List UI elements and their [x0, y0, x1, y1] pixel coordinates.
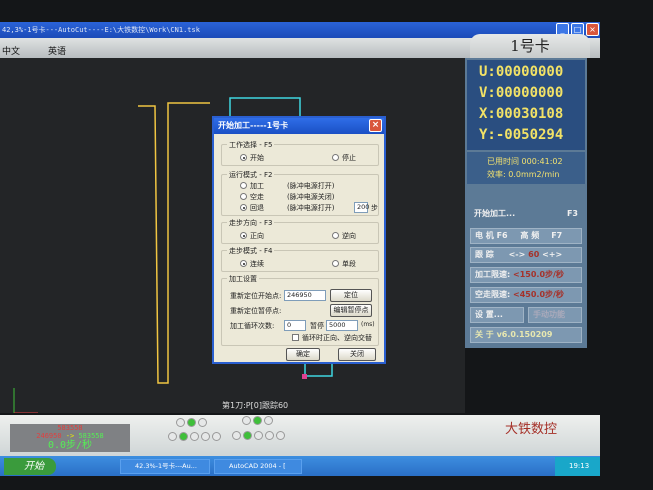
card-title: 1号卡 — [470, 34, 590, 58]
led-indicator — [212, 432, 221, 441]
motor-hf-row: 电 机 F6 高 频 F7 — [470, 228, 582, 244]
radio-reverse[interactable]: 逆向 — [332, 231, 356, 241]
cut-speed-limit[interactable]: 加工限速: <150.0步/秒 — [470, 267, 582, 283]
motor-button[interactable]: 电 机 F6 — [475, 231, 508, 240]
retreat-steps-input[interactable]: 200 — [354, 202, 369, 213]
radio-retreat[interactable]: 回退 — [240, 203, 264, 213]
status-arrow: -> — [65, 432, 75, 440]
settings-button[interactable]: 设 置... — [470, 307, 524, 323]
start-button[interactable]: 开始 — [4, 458, 56, 475]
radio-forward[interactable]: 正向 — [240, 231, 264, 241]
led-indicator — [190, 432, 199, 441]
radio-continuous[interactable]: 连续 — [240, 259, 264, 269]
window-title: 42,3%-1号卡---AutoCut----E:\大铁数控\Work\CN1.… — [2, 26, 200, 34]
direction-group: 走步方向 - F3 正向 逆向 — [221, 218, 379, 244]
system-tray-clock: 19:13 — [555, 457, 600, 476]
pause-unit: (ms) — [361, 321, 375, 328]
led-indicator — [243, 431, 252, 440]
machining-settings-group: 加工设置 重新定位开始点: 246950 定位 重新定位暂停点: 编辑暂停点 加… — [221, 274, 379, 346]
canvas-status: 第1刀:P[0]跟踪60 — [222, 401, 289, 410]
time-display: 已用时间 000:41:02 效率: 0.0mm2/min — [467, 152, 585, 184]
led-indicator — [179, 432, 188, 441]
efficiency-label: 效率: — [487, 170, 506, 179]
loops-input[interactable]: 0 — [284, 320, 306, 331]
led-indicator — [254, 431, 263, 440]
coord-y: Y:-0050294 — [479, 127, 564, 143]
radio-idle[interactable]: 空走 — [240, 192, 264, 202]
led-indicator — [198, 418, 207, 427]
radio-start[interactable]: 开始 — [240, 153, 264, 163]
tracking-row: 跟 踪 <-> 60 <+> — [470, 247, 582, 263]
reloc-pause-label: 重新定位暂停点: — [230, 307, 282, 315]
status-line1: 583558 — [57, 424, 83, 432]
status-line3: 583558 — [78, 432, 104, 440]
dialog-title: 开始加工-----1号卡 — [218, 121, 289, 130]
coord-x: X:00030108 — [479, 106, 564, 122]
menu-chinese[interactable]: 中文 — [2, 44, 20, 57]
taskbar-item-autocad[interactable]: AutoCAD 2004 - [ — [214, 459, 302, 474]
dialog-close-button[interactable]: × — [369, 119, 382, 132]
brand-label: 大铁数控 — [505, 422, 558, 437]
radio-stop[interactable]: 停止 — [332, 153, 356, 163]
close-dialog-button[interactable]: 关闭 — [338, 348, 376, 361]
reloc-start-label: 重新定位开始点: — [230, 292, 282, 300]
step-mode-group: 走步模式 - F4 连续 单段 — [221, 246, 379, 272]
led-indicator — [265, 431, 274, 440]
taskbar-item-autocut[interactable]: 42.3%-1号卡---Au... — [120, 459, 210, 474]
dialog-titlebar: 开始加工-----1号卡 × — [214, 118, 384, 134]
hf-button[interactable]: 高 频 F7 — [520, 231, 562, 240]
led-indicator — [187, 418, 196, 427]
status-line2: 246950 — [36, 432, 62, 440]
run-mode-group: 运行模式 - F2 加工 (脉冲电源打开) 空走 (脉冲电源关闭) 回退 (脉冲… — [221, 170, 379, 216]
led-indicator — [253, 416, 262, 425]
coordinate-display: U:00000000 V:00000000 X:00030108 Y:-0050… — [467, 60, 585, 150]
steps-unit: 步 — [371, 204, 378, 212]
led-indicator — [168, 432, 177, 441]
led-indicator — [242, 416, 251, 425]
ok-button[interactable]: 确定 — [286, 348, 320, 361]
tracking-value: 60 — [528, 250, 540, 259]
led-indicator — [276, 431, 285, 440]
status-speed: 0.0步/秒 — [47, 440, 93, 451]
start-machining-dialog: 开始加工-----1号卡 × 工作选择 - F5 开始 停止 运行模式 - F2 … — [212, 116, 386, 364]
elapsed-value: 000:41:02 — [521, 157, 563, 166]
led-indicator — [232, 431, 241, 440]
work-select-group: 工作选择 - F5 开始 停止 — [221, 140, 379, 166]
pause-input[interactable]: 5000 — [326, 320, 358, 331]
tracking-decrease-button[interactable]: <-> — [509, 250, 526, 259]
idle-speed-limit[interactable]: 空走限速: <450.0步/秒 — [470, 287, 582, 303]
start-machining-button[interactable]: 开始加工... F3 — [470, 207, 582, 223]
edit-pause-button[interactable]: 编辑暂停点 — [330, 304, 372, 317]
tracking-increase-button[interactable]: <+> — [542, 250, 562, 259]
locate-button[interactable]: 定位 — [330, 289, 372, 302]
loops-label: 加工循环次数: — [230, 322, 275, 330]
coord-u: U:00000000 — [479, 64, 564, 80]
menu-english[interactable]: 英语 — [48, 44, 66, 57]
radio-machining[interactable]: 加工 — [240, 181, 264, 191]
note-idle: (脉冲电源关闭) — [287, 193, 335, 201]
efficiency-value: 0.0mm2/min — [508, 170, 560, 179]
led-indicator — [176, 418, 185, 427]
radio-single[interactable]: 单段 — [332, 259, 356, 269]
pause-label: 暂停 — [310, 322, 324, 330]
coord-v: V:00000000 — [479, 85, 564, 101]
led-indicator — [264, 416, 273, 425]
reloc-start-input[interactable]: 246950 — [284, 290, 326, 301]
note-retreat: (脉冲电源打开) — [287, 204, 335, 212]
alternate-direction-checkbox[interactable]: 循环时正向、逆向交替 — [292, 333, 372, 343]
elapsed-label: 已用时间 — [487, 157, 519, 166]
led-indicator — [201, 432, 210, 441]
manual-function-button[interactable]: 手动功能 — [528, 307, 582, 323]
about-button[interactable]: 关 于 v6.0.150209 — [470, 327, 582, 343]
note-machining: (脉冲电源打开) — [287, 182, 335, 190]
close-button[interactable]: × — [586, 23, 599, 36]
position-status-box: 583558 246950 -> 583558 0.0步/秒 — [10, 424, 130, 452]
